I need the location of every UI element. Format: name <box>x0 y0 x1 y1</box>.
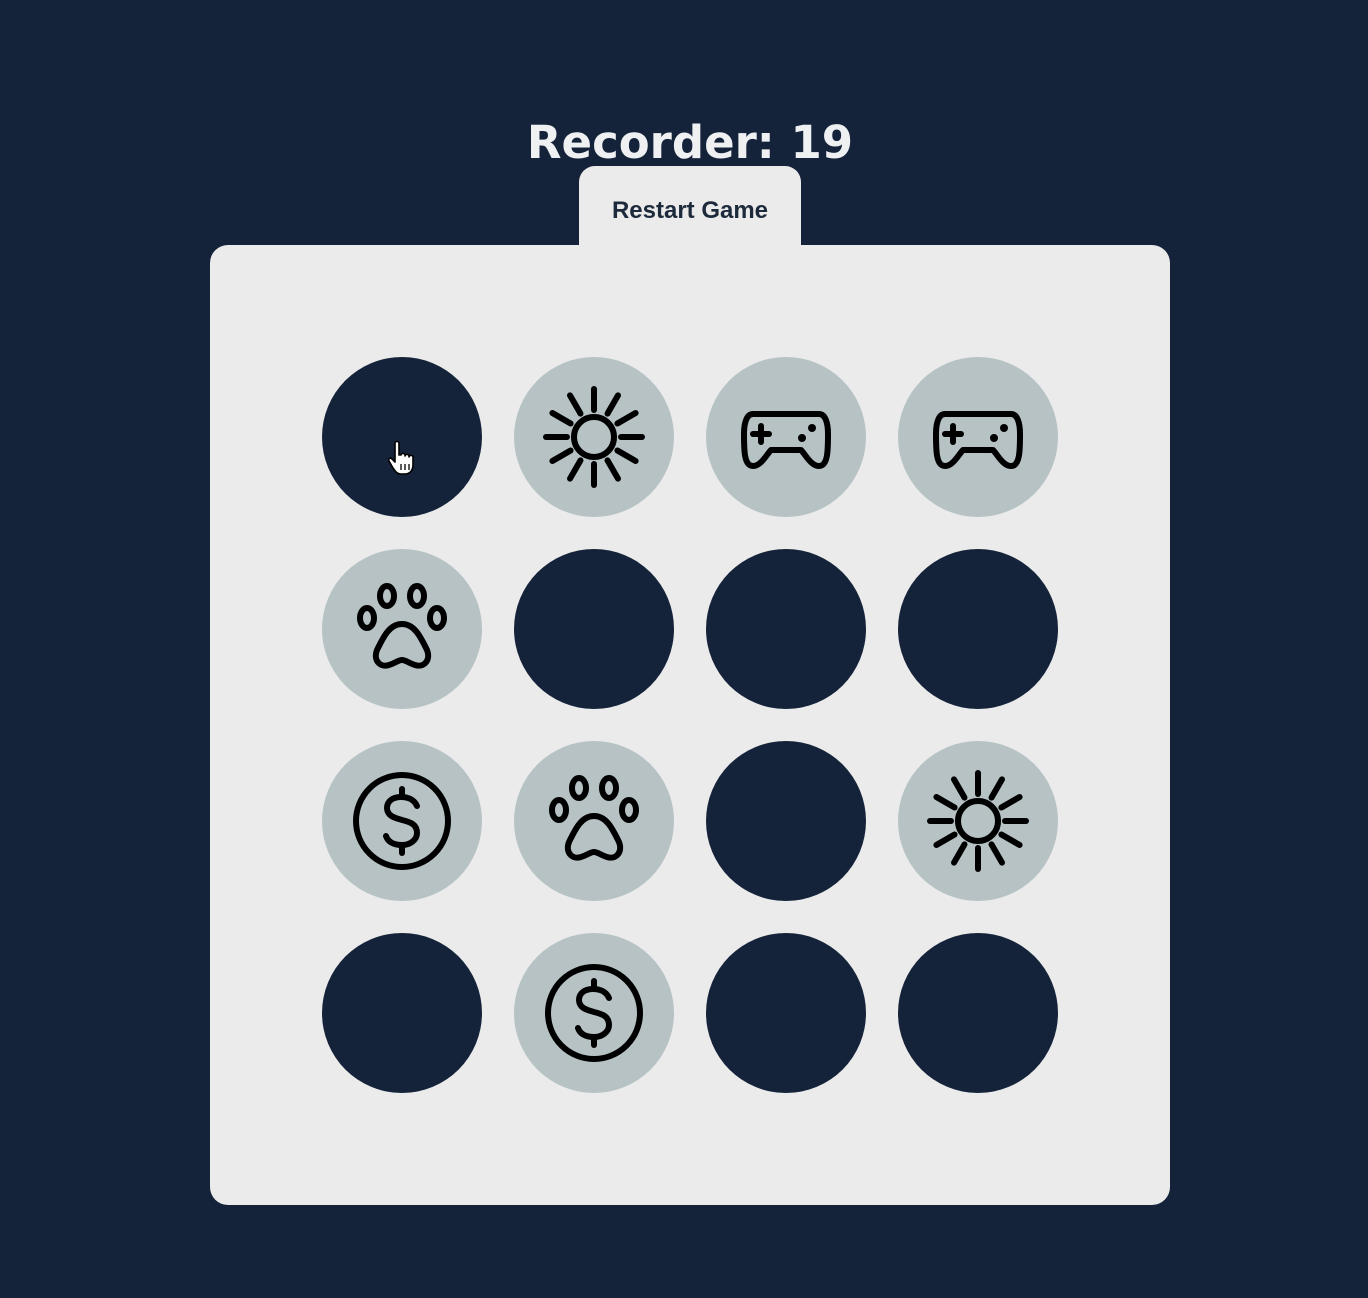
card-tile-revealed[interactable] <box>322 741 482 901</box>
card-tile-hidden[interactable] <box>898 933 1058 1093</box>
card-tile-revealed[interactable] <box>514 357 674 517</box>
gamepad-icon <box>731 382 841 492</box>
card-tile-revealed[interactable] <box>898 741 1058 901</box>
card-tile-hidden[interactable] <box>514 549 674 709</box>
dollar-coin-icon <box>539 958 649 1068</box>
card-tile-hidden[interactable] <box>706 549 866 709</box>
card-tile-hidden[interactable] <box>706 933 866 1093</box>
card-tile-hidden[interactable] <box>706 741 866 901</box>
paw-icon <box>539 766 649 876</box>
card-tile-revealed[interactable] <box>898 357 1058 517</box>
sun-icon <box>923 766 1033 876</box>
paw-icon <box>347 574 457 684</box>
card-tile-revealed[interactable] <box>322 549 482 709</box>
sun-icon <box>539 382 649 492</box>
card-tile-hidden[interactable] <box>322 357 482 517</box>
score-heading: Recorder: 19 <box>526 116 854 170</box>
dollar-coin-icon <box>347 766 457 876</box>
card-tile-revealed[interactable] <box>706 357 866 517</box>
card-tile-revealed[interactable] <box>514 741 674 901</box>
game-board <box>210 245 1170 1205</box>
card-tile-hidden[interactable] <box>322 933 482 1093</box>
card-tile-revealed[interactable] <box>514 933 674 1093</box>
gamepad-icon <box>923 382 1033 492</box>
restart-game-button[interactable]: Restart Game <box>579 166 801 256</box>
card-tile-hidden[interactable] <box>898 549 1058 709</box>
